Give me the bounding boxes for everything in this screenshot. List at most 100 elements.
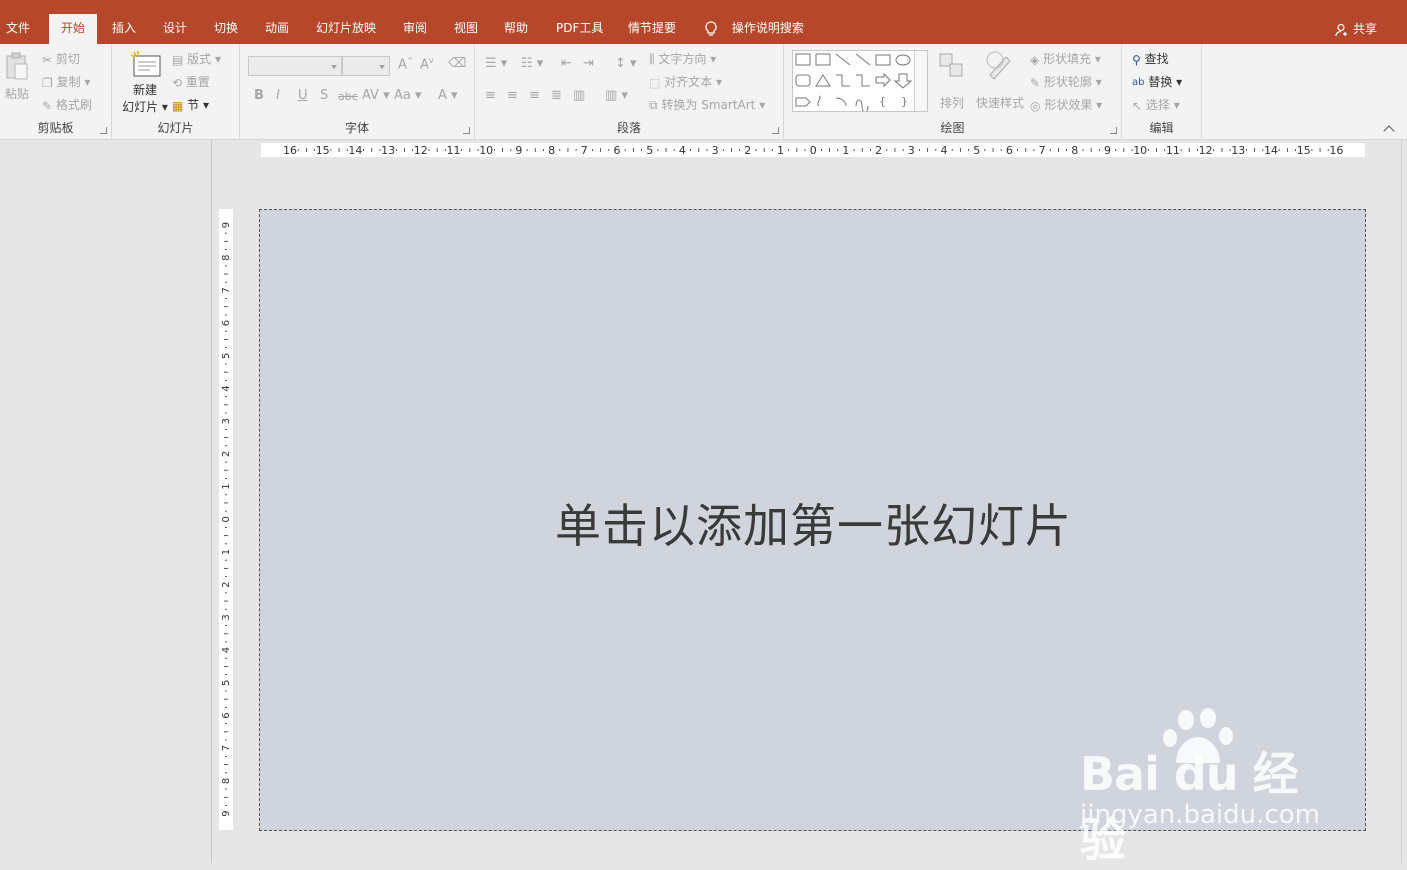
v-ruler-label: 6 (221, 712, 232, 718)
text-direction-button[interactable]: ⫼ 文字方向 ▾ (649, 50, 716, 67)
line-spacing-icon[interactable]: ↕ ▾ (615, 56, 637, 71)
select-button[interactable]: ↖ 选择 ▾ (1132, 96, 1180, 113)
align-center-icon[interactable]: ≡ (507, 88, 518, 103)
shadow-button[interactable]: S (320, 88, 328, 103)
brush-icon: ✎ (42, 98, 53, 113)
reset-label: 重置 (185, 75, 210, 89)
tab-slideshow[interactable]: 幻灯片放映 (316, 14, 376, 44)
clipboard-launcher[interactable] (100, 127, 107, 134)
tell-me-search[interactable]: 操作说明搜索 (704, 14, 804, 44)
strikethrough-button[interactable]: abc (338, 90, 358, 103)
shapes-gallery-scroll[interactable] (914, 51, 927, 111)
tab-review[interactable]: 审阅 (403, 14, 427, 44)
drawing-launcher[interactable] (1110, 127, 1117, 134)
h-ruler-label: 3 (908, 144, 915, 157)
vertical-ruler-ticks: 9 8 7 6 5 4 3 2 1 0 1 2 3 4 5 6 7 8 9 (221, 222, 232, 817)
replace-icon: ab (1132, 77, 1145, 88)
collapse-ribbon-icon[interactable] (1383, 125, 1395, 137)
font-color-button[interactable]: A ▾ (438, 88, 458, 103)
font-name-combo[interactable] (248, 56, 342, 76)
h-ruler-label: 13 (1231, 144, 1245, 157)
shape-outline-button[interactable]: ✎ 形状轮廓 ▾ (1030, 73, 1102, 90)
tab-design[interactable]: 设计 (163, 14, 187, 44)
replace-button[interactable]: ab 替换 ▾ (1132, 73, 1182, 90)
h-ruler-label: 6 (1006, 144, 1013, 157)
bold-button[interactable]: B (254, 88, 264, 103)
tab-help[interactable]: 帮助 (504, 14, 528, 44)
align-text-button[interactable]: ⬚ 对齐文本 ▾ (649, 73, 722, 90)
shape-effects-label: 形状效果 (1044, 98, 1093, 112)
font-launcher[interactable] (463, 127, 470, 134)
copy-button[interactable]: ❐ 复制 ▾ (42, 73, 90, 90)
slide-thumbnail-pane[interactable] (0, 140, 212, 863)
shapes-gallery[interactable]: {} (792, 50, 928, 113)
new-slide-button[interactable]: 新建 幻灯片 ▾ (122, 50, 168, 115)
format-painter-button[interactable]: ✎ 格式刷 (42, 96, 92, 113)
new-slide-label-2: 幻灯片 ▾ (122, 100, 168, 114)
italic-button[interactable]: I (276, 88, 280, 103)
shrink-font-icon[interactable]: Av (420, 56, 434, 72)
columns-icon[interactable]: ▥ ▾ (605, 88, 628, 103)
change-case-button[interactable]: Aa ▾ (394, 88, 422, 103)
find-button[interactable]: ⚲ 查找 (1132, 50, 1169, 67)
tab-file[interactable]: 文件 (6, 14, 30, 44)
tab-transitions[interactable]: 切换 (214, 14, 238, 44)
numbering-icon[interactable]: ☷ ▾ (521, 56, 543, 71)
grow-font-icon[interactable]: A^ (398, 56, 414, 72)
vertical-ruler: 9 8 7 6 5 4 3 2 1 0 1 2 3 4 5 6 7 8 9 (219, 209, 233, 830)
arrange-label: 排列 (939, 96, 964, 110)
paste-button[interactable]: 粘贴 (4, 52, 30, 102)
font-group-label: 字体 (344, 121, 369, 135)
font-size-combo[interactable] (342, 56, 390, 76)
h-ruler-label: 1 (842, 144, 849, 157)
h-ruler-label: 2 (744, 144, 751, 157)
new-slide-icon (130, 51, 161, 77)
justify-icon[interactable]: ≣ (551, 88, 562, 103)
cut-button[interactable]: ✂ 剪切 (42, 50, 80, 67)
effects-icon: ◎ (1030, 98, 1041, 113)
quick-styles-label: 快速样式 (976, 96, 1025, 110)
h-ruler-label: 2 (875, 144, 882, 157)
reset-button[interactable]: ⟲ 重置 (172, 73, 210, 90)
v-ruler-label: 0 (221, 516, 232, 522)
v-ruler-label: 2 (221, 451, 232, 457)
quick-styles-icon (986, 51, 1011, 80)
vertical-scrollbar[interactable] (1401, 140, 1407, 863)
arrange-button[interactable]: 排列 (938, 53, 966, 111)
underline-button[interactable]: U (298, 88, 308, 103)
shape-effects-button[interactable]: ◎ 形状效果 ▾ (1030, 96, 1102, 113)
layout-button[interactable]: ▤ 版式 ▾ (172, 50, 221, 67)
char-spacing-button[interactable]: AV ▾ (362, 88, 390, 103)
shape-fill-button[interactable]: ◈ 形状填充 ▾ (1030, 50, 1101, 67)
baidu-jingyan-watermark: Bai du 经验 jingyan.baidu.com (1078, 708, 1338, 867)
h-ruler-label: 11 (447, 144, 461, 157)
smartart-button[interactable]: ⧉ 转换为 SmartArt ▾ (649, 96, 765, 113)
tab-animations[interactable]: 动画 (265, 14, 289, 44)
paragraph-launcher[interactable] (772, 127, 779, 134)
tab-view[interactable]: 视图 (454, 14, 478, 44)
tab-insert[interactable]: 插入 (112, 14, 136, 44)
tab-pdf-tools[interactable]: PDF工具 (556, 14, 603, 44)
section-button[interactable]: ▦ 节 ▾ (172, 96, 209, 113)
v-ruler-label: 9 (221, 222, 232, 228)
clear-format-icon[interactable]: ⌫ (448, 56, 466, 71)
tab-home[interactable]: 开始 (49, 14, 98, 44)
distribute-icon[interactable]: ▥ (573, 88, 585, 103)
bullets-icon[interactable]: ☰ ▾ (485, 56, 507, 71)
increase-indent-icon[interactable]: ⇥ (583, 56, 594, 71)
decrease-indent-icon[interactable]: ⇤ (561, 56, 572, 71)
tab-storyboard[interactable]: 情节提要 (628, 14, 676, 44)
h-ruler-label: 6 (614, 144, 621, 157)
paragraph-group-label: 段落 (616, 121, 641, 135)
add-first-slide-placeholder[interactable]: 单击以添加第一张幻灯片 (260, 490, 1367, 556)
font-group: A^ Av ⌫ B I U S abc AV ▾ Aa ▾ A ▾ 字体 (240, 44, 475, 140)
h-ruler-label: 11 (1166, 144, 1180, 157)
v-ruler-label: 2 (221, 582, 232, 588)
align-left-icon[interactable]: ≡ (485, 88, 496, 103)
search-icon: ⚲ (1132, 52, 1141, 67)
smartart-label: 转换为 SmartArt (661, 98, 756, 112)
align-right-icon[interactable]: ≡ (529, 88, 540, 103)
share-button[interactable]: 共享 (1335, 20, 1377, 37)
quick-styles-button[interactable]: 快速样式 (976, 51, 1025, 111)
clipboard-group-label: 剪贴板 (37, 121, 74, 135)
